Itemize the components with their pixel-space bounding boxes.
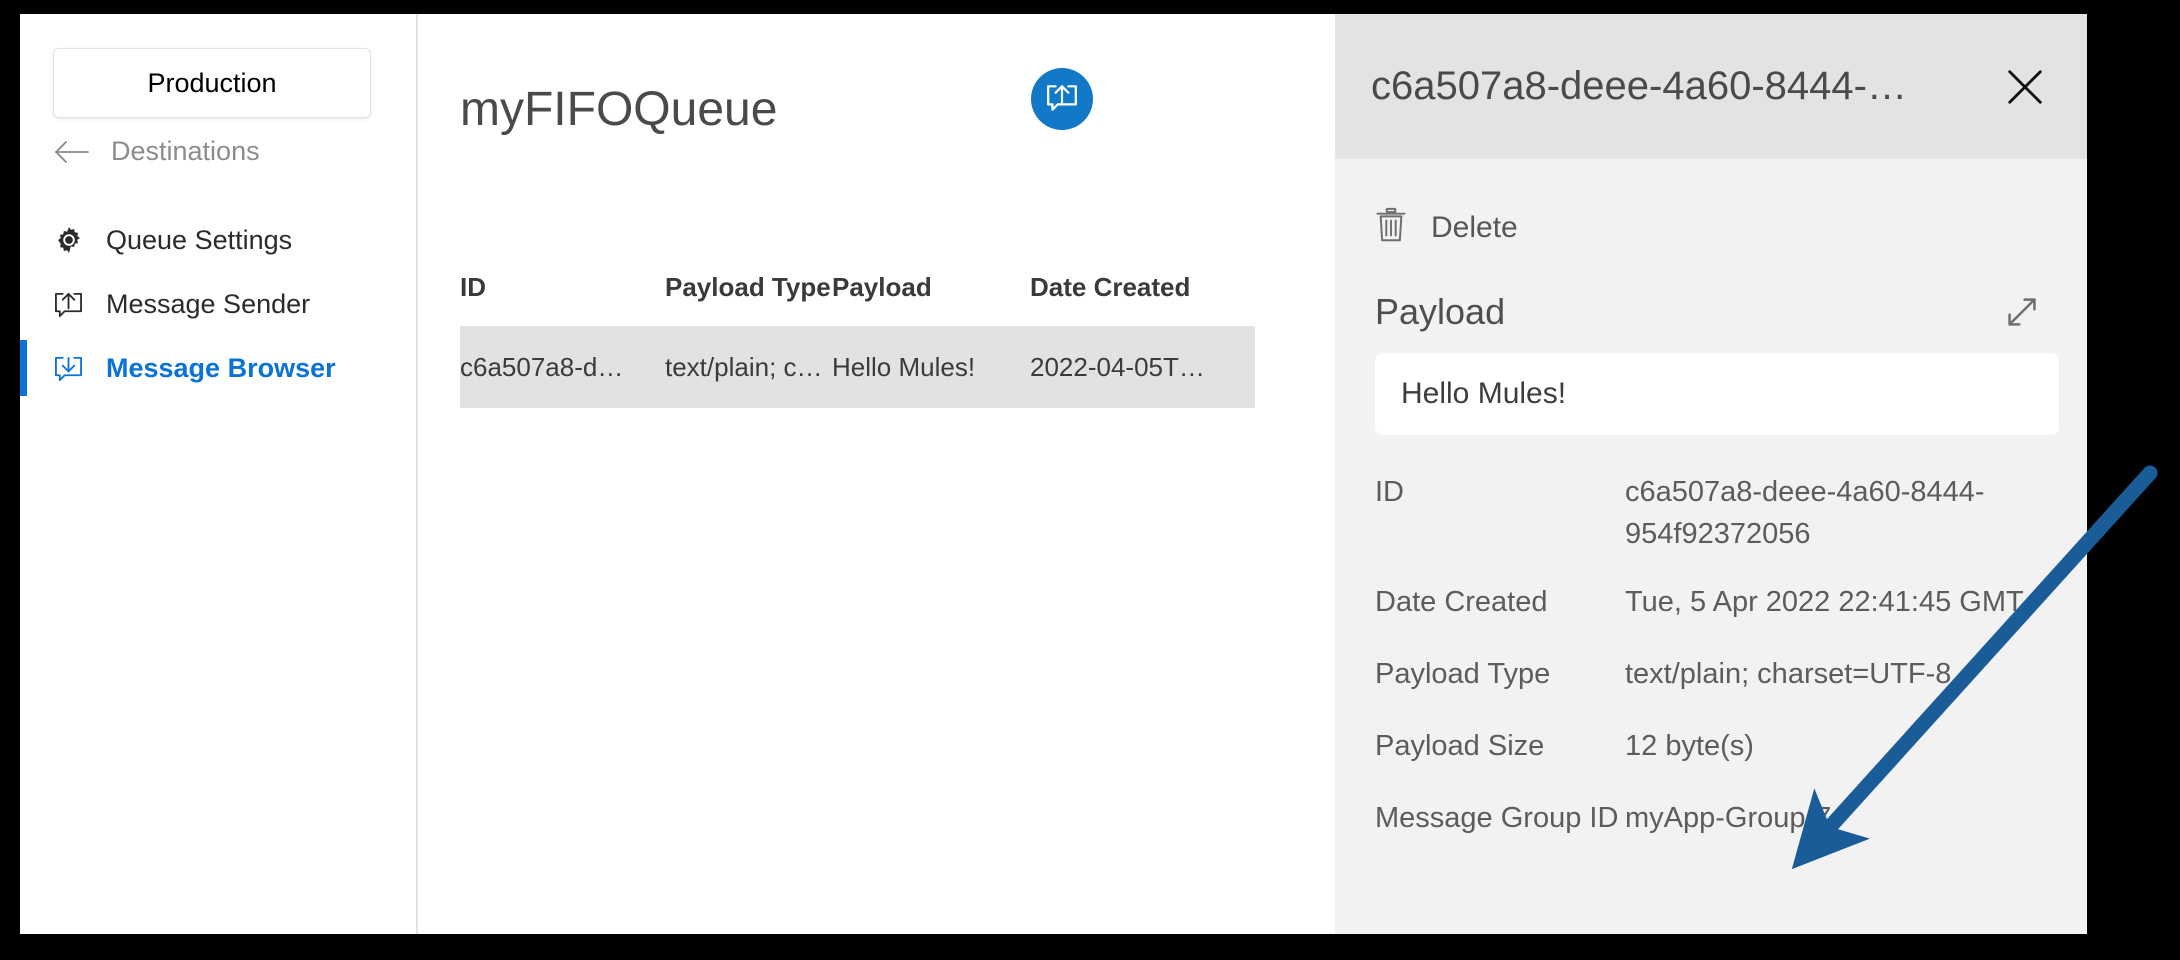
messages-table: ID Payload Type Payload Date Created c6a…: [460, 264, 1255, 408]
delete-button[interactable]: Delete: [1335, 159, 1518, 249]
trash-icon: [1375, 207, 1407, 249]
field-payload-size: Payload Size 12 byte(s): [1375, 725, 2059, 767]
field-label: Message Group ID: [1375, 797, 1625, 839]
table-header-row: ID Payload Type Payload Date Created: [460, 264, 1255, 310]
column-header-payload: Payload: [832, 272, 1030, 303]
table-row[interactable]: c6a507a8-d… text/plain; c… Hello Mules! …: [460, 326, 1255, 408]
field-label: ID: [1375, 471, 1625, 513]
field-value: myApp-Group-7: [1625, 797, 2059, 839]
sidebar-item-message-browser[interactable]: Message Browser: [20, 336, 416, 400]
gear-icon: [53, 225, 84, 256]
breadcrumb-back-destinations[interactable]: Destinations: [53, 136, 260, 167]
arrow-left-icon: [53, 137, 91, 167]
payload-section-title: Payload: [1375, 291, 1505, 333]
send-message-button[interactable]: [1031, 68, 1093, 130]
cell-id: c6a507a8-d…: [460, 352, 665, 383]
column-header-payload-type: Payload Type: [665, 272, 832, 303]
message-detail-panel: c6a507a8-deee-4a60-8444-…: [1335, 14, 2087, 934]
detail-panel-title: c6a507a8-deee-4a60-8444-…: [1371, 64, 1985, 109]
expand-icon[interactable]: [2005, 295, 2039, 329]
cell-payload: Hello Mules!: [832, 352, 1030, 383]
field-label: Date Created: [1375, 581, 1625, 623]
message-upload-icon: [53, 289, 84, 320]
field-value: c6a507a8-deee-4a60-8444-954f92372056: [1625, 471, 2059, 555]
app-window: Production Destinations: [20, 14, 2087, 934]
payload-value: Hello Mules!: [1401, 377, 1566, 411]
cell-payload-type: text/plain; c…: [665, 352, 832, 383]
field-id: ID c6a507a8-deee-4a60-8444-954f92372056: [1375, 471, 2059, 555]
sidebar: Production Destinations: [20, 14, 418, 934]
payload-value-box[interactable]: Hello Mules!: [1375, 353, 2059, 435]
page-title: myFIFOQueue: [460, 70, 1293, 150]
column-header-id: ID: [460, 272, 665, 303]
main-content: myFIFOQueue ID Payload Type Payload: [418, 14, 1335, 934]
detail-fields: ID c6a507a8-deee-4a60-8444-954f92372056 …: [1335, 471, 2087, 839]
environment-selector-button[interactable]: Production: [53, 48, 371, 118]
field-date-created: Date Created Tue, 5 Apr 2022 22:41:45 GM…: [1375, 581, 2059, 623]
payload-section-header: Payload: [1335, 249, 2087, 333]
field-value: Tue, 5 Apr 2022 22:41:45 GMT: [1625, 581, 2059, 623]
cell-date-created: 2022-04-05T…: [1030, 352, 1255, 383]
sidebar-item-label: Queue Settings: [106, 225, 292, 256]
field-message-group-id: Message Group ID myApp-Group-7: [1375, 797, 2059, 839]
screenshot-root: Production Destinations: [0, 0, 2180, 960]
message-download-icon: [53, 353, 84, 384]
sidebar-item-queue-settings[interactable]: Queue Settings: [20, 208, 416, 272]
field-payload-type: Payload Type text/plain; charset=UTF-8: [1375, 653, 2059, 695]
field-value: text/plain; charset=UTF-8: [1625, 653, 2059, 695]
sidebar-nav: Queue Settings Message Sender: [20, 208, 416, 400]
field-value: 12 byte(s): [1625, 725, 2059, 767]
message-upload-icon: [1045, 82, 1079, 117]
delete-label: Delete: [1431, 211, 1518, 245]
detail-panel-header: c6a507a8-deee-4a60-8444-…: [1335, 14, 2087, 159]
main-header: myFIFOQueue: [460, 70, 1293, 150]
breadcrumb-label: Destinations: [111, 136, 260, 167]
field-label: Payload Type: [1375, 653, 1625, 695]
sidebar-item-label: Message Browser: [106, 353, 336, 384]
field-label: Payload Size: [1375, 725, 1625, 767]
sidebar-item-message-sender[interactable]: Message Sender: [20, 272, 416, 336]
column-header-date-created: Date Created: [1030, 272, 1255, 303]
close-icon[interactable]: [1999, 61, 2051, 113]
sidebar-item-label: Message Sender: [106, 289, 310, 320]
